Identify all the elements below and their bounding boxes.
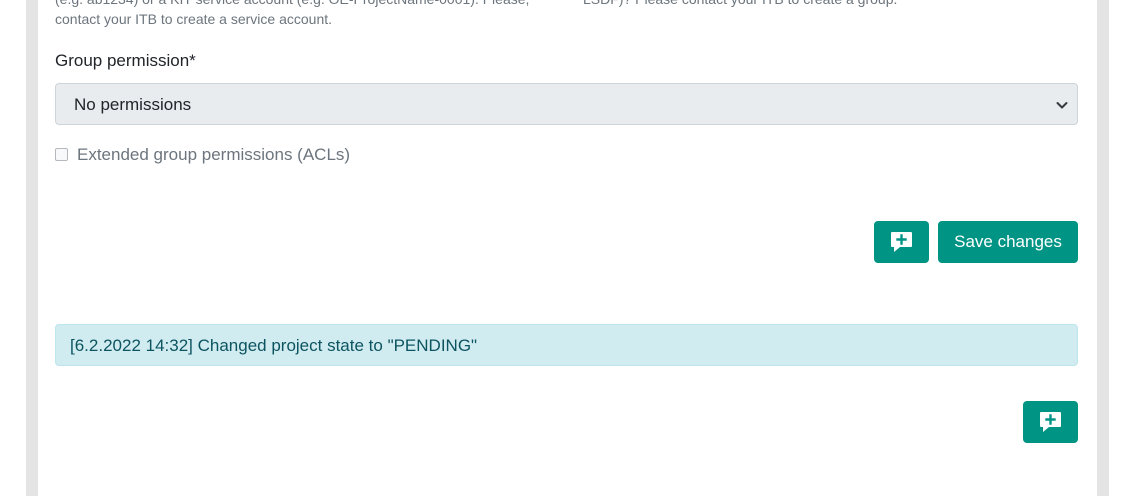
group-permission-select[interactable]: No permissions [55, 83, 1078, 125]
group-permission-selected-value: No permissions [74, 95, 192, 114]
service-account-hint: (e.g. ab1234) or a KIT service account (… [55, 0, 545, 29]
extended-permissions-checkbox[interactable] [55, 148, 68, 161]
service-account-hint-line2: contact your ITB to create a service acc… [55, 11, 333, 27]
project-form-card: (e.g. ab1234) or a KIT service account (… [38, 0, 1097, 496]
left-border [26, 0, 38, 496]
group-permission-label: Group permission* [55, 51, 196, 70]
log-entry: [6.2.2022 14:32] Changed project state t… [55, 324, 1078, 366]
save-changes-button[interactable]: Save changes [938, 221, 1078, 263]
extended-permissions-label[interactable]: Extended group permissions (ACLs) [77, 144, 350, 166]
add-log-comment-button[interactable] [1023, 401, 1078, 443]
right-border [1097, 0, 1109, 496]
group-hint: LSDF)? Please contact your ITB to create… [583, 0, 1078, 9]
add-comment-button[interactable] [874, 221, 929, 263]
group-hint-line1: LSDF)? Please contact your ITB to create… [583, 0, 1078, 9]
log-entry-text: [6.2.2022 14:32] Changed project state t… [70, 336, 478, 355]
add-comment-icon [891, 232, 912, 252]
chevron-down-icon [1056, 102, 1068, 109]
service-account-hint-line1: (e.g. ab1234) or a KIT service account (… [55, 0, 545, 9]
add-comment-icon [1040, 412, 1061, 432]
